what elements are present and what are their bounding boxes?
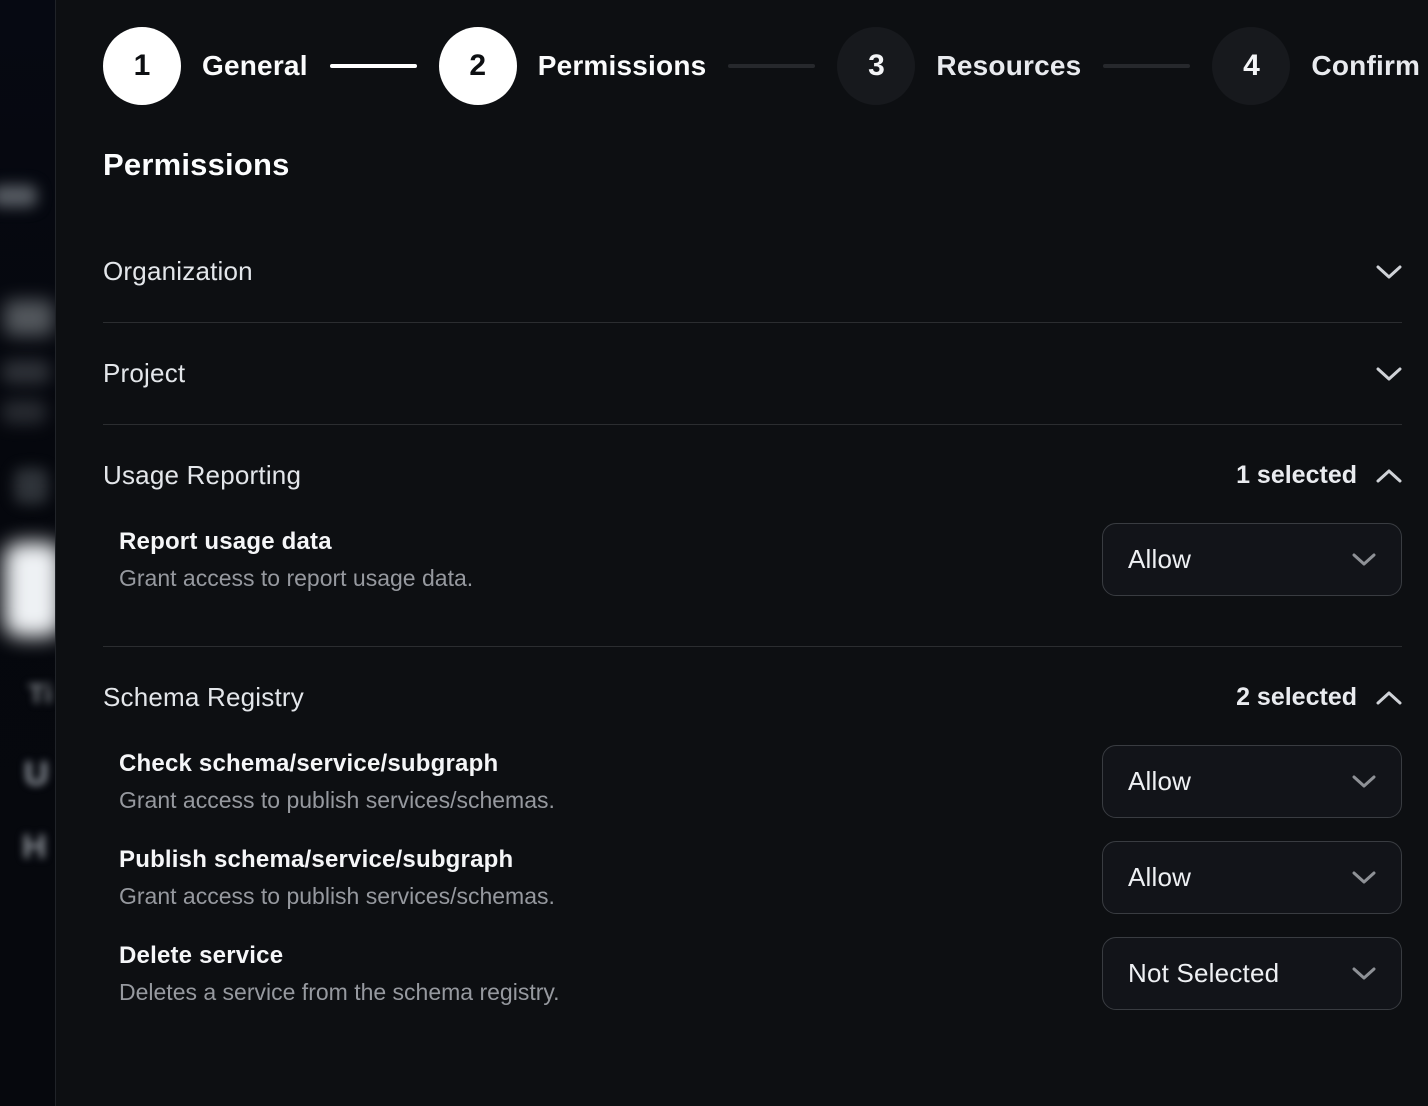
step-connector bbox=[728, 64, 815, 68]
permission-rows: Check schema/service/subgraph Grant acce… bbox=[103, 741, 1402, 1060]
step-number: 1 bbox=[103, 27, 181, 105]
step-label: General bbox=[202, 50, 308, 82]
permission-title: Check schema/service/subgraph bbox=[119, 750, 555, 778]
blur-blob bbox=[4, 300, 54, 336]
permission-description: Grant access to publish services/schemas… bbox=[119, 787, 555, 814]
step-connector bbox=[330, 64, 417, 68]
select-value: Not Selected bbox=[1128, 958, 1279, 989]
permission-title: Delete service bbox=[119, 942, 560, 970]
step-label: Resources bbox=[936, 50, 1081, 82]
permission-row-publish-schema: Publish schema/service/subgraph Grant ac… bbox=[119, 841, 1402, 914]
chevron-down-icon bbox=[1352, 774, 1376, 789]
create-api-key-wizard: 1 General 2 Permissions 3 Resources 4 Co… bbox=[55, 0, 1428, 1106]
blur-blob bbox=[4, 542, 55, 637]
permission-select-publish-schema[interactable]: Allow bbox=[1102, 841, 1402, 914]
permission-description: Grant access to report usage data. bbox=[119, 565, 473, 592]
blurred-text-fragment: Ti bbox=[28, 678, 52, 710]
selected-count-badge: 1 selected bbox=[1236, 461, 1357, 490]
blur-blob bbox=[2, 400, 46, 424]
step-number: 4 bbox=[1212, 27, 1290, 105]
chevron-down-icon bbox=[1352, 870, 1376, 885]
section-organization-toggle[interactable]: Organization bbox=[103, 221, 1402, 322]
blur-blob bbox=[14, 468, 48, 504]
permission-row-delete-service: Delete service Deletes a service from th… bbox=[119, 937, 1402, 1010]
permission-row-check-schema: Check schema/service/subgraph Grant acce… bbox=[119, 745, 1402, 818]
permission-rows: Report usage data Grant access to report… bbox=[103, 519, 1402, 646]
section-usage-reporting-toggle[interactable]: Usage Reporting 1 selected bbox=[103, 425, 1402, 519]
permission-sections: Organization Project Usage Reporting 1 s… bbox=[103, 221, 1402, 1060]
step-number: 3 bbox=[837, 27, 915, 105]
page-title: Permissions bbox=[103, 147, 1402, 183]
chevron-down-icon bbox=[1352, 552, 1376, 567]
permission-title: Publish schema/service/subgraph bbox=[119, 846, 555, 874]
step-label: Confirm bbox=[1311, 50, 1420, 82]
step-resources[interactable]: 3 Resources bbox=[837, 27, 1081, 105]
chevron-up-icon bbox=[1376, 468, 1402, 484]
background-page-blur: Ti U H bbox=[0, 0, 55, 1106]
permission-row-report-usage-data: Report usage data Grant access to report… bbox=[119, 523, 1402, 596]
permission-select-check-schema[interactable]: Allow bbox=[1102, 745, 1402, 818]
permission-description: Grant access to publish services/schemas… bbox=[119, 883, 555, 910]
section-project-toggle[interactable]: Project bbox=[103, 323, 1402, 424]
step-label: Permissions bbox=[538, 50, 707, 82]
permission-title: Report usage data bbox=[119, 528, 473, 556]
blurred-text-fragment: H bbox=[22, 828, 47, 867]
permission-description: Deletes a service from the schema regist… bbox=[119, 979, 560, 1006]
section-usage-reporting: Usage Reporting 1 selected Report usage … bbox=[103, 425, 1402, 647]
permission-select-report-usage-data[interactable]: Allow bbox=[1102, 523, 1402, 596]
permission-select-delete-service[interactable]: Not Selected bbox=[1102, 937, 1402, 1010]
chevron-down-icon bbox=[1376, 264, 1402, 280]
chevron-down-icon bbox=[1352, 966, 1376, 981]
step-connector bbox=[1103, 64, 1190, 68]
chevron-up-icon bbox=[1376, 690, 1402, 706]
chevron-down-icon bbox=[1376, 366, 1402, 382]
step-general[interactable]: 1 General bbox=[103, 27, 308, 105]
blur-blob bbox=[2, 360, 50, 384]
section-schema-registry-toggle[interactable]: Schema Registry 2 selected bbox=[103, 647, 1402, 741]
blur-blob bbox=[0, 185, 37, 207]
step-permissions[interactable]: 2 Permissions bbox=[439, 27, 707, 105]
section-organization: Organization bbox=[103, 221, 1402, 323]
select-value: Allow bbox=[1128, 544, 1191, 575]
selected-count-badge: 2 selected bbox=[1236, 683, 1357, 712]
select-value: Allow bbox=[1128, 766, 1191, 797]
section-project: Project bbox=[103, 323, 1402, 425]
section-title: Project bbox=[103, 358, 185, 389]
step-number: 2 bbox=[439, 27, 517, 105]
step-confirm[interactable]: 4 Confirm bbox=[1212, 27, 1420, 105]
section-title: Organization bbox=[103, 256, 253, 287]
section-title: Schema Registry bbox=[103, 682, 304, 713]
select-value: Allow bbox=[1128, 862, 1191, 893]
section-title: Usage Reporting bbox=[103, 460, 301, 491]
wizard-stepper: 1 General 2 Permissions 3 Resources 4 Co… bbox=[103, 27, 1402, 105]
blurred-text-fragment: U bbox=[24, 755, 49, 794]
section-schema-registry: Schema Registry 2 selected Check schema/… bbox=[103, 647, 1402, 1060]
